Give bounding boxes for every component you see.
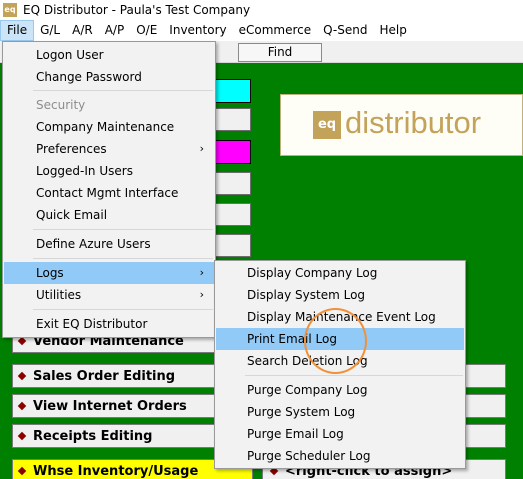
menu-item-company-maintenance[interactable]: Company Maintenance bbox=[4, 116, 214, 138]
menu-separator bbox=[33, 309, 213, 310]
logo-mark: eq bbox=[313, 111, 341, 139]
menu-separator bbox=[33, 90, 213, 91]
menu-item-label: Preferences bbox=[36, 142, 107, 156]
find-button[interactable]: Find bbox=[238, 43, 322, 62]
menu-item-utilities[interactable]: Utilities › bbox=[4, 284, 214, 306]
menu-item-logon-user[interactable]: Logon User bbox=[4, 44, 214, 66]
diamond-bullet-icon bbox=[17, 466, 27, 476]
menu-item-display-company-log[interactable]: Display Company Log bbox=[216, 262, 464, 284]
menu-item-label: Purge Scheduler Log bbox=[247, 449, 371, 463]
button-label: View Internet Orders bbox=[33, 398, 187, 414]
menu-item-display-system-log[interactable]: Display System Log bbox=[216, 284, 464, 306]
menu-item-label: Quick Email bbox=[36, 208, 108, 222]
menu-item-label: Purge Email Log bbox=[247, 427, 344, 441]
menu-help[interactable]: Help bbox=[373, 20, 412, 41]
submenu-arrow-icon: › bbox=[199, 288, 204, 301]
menu-item-label: Security bbox=[36, 98, 86, 112]
app-logo-icon: eq bbox=[3, 3, 17, 17]
diamond-bullet-icon bbox=[17, 401, 27, 411]
menu-item-define-azure-users[interactable]: Define Azure Users bbox=[4, 233, 214, 255]
shortcut-button[interactable] bbox=[214, 203, 251, 226]
menu-item-label: Utilities bbox=[36, 288, 82, 302]
diamond-bullet-icon bbox=[17, 431, 27, 441]
button-label: Sales Order Editing bbox=[33, 368, 176, 384]
menu-item-label: Purge System Log bbox=[247, 405, 356, 419]
menu-item-purge-email-log[interactable]: Purge Email Log bbox=[216, 423, 464, 445]
menu-header-security: Security bbox=[4, 94, 214, 116]
menu-item-label: Logged-In Users bbox=[36, 164, 133, 178]
submenu-arrow-icon: › bbox=[199, 266, 204, 279]
shortcut-button[interactable] bbox=[214, 234, 251, 257]
menu-item-contact-mgmt-interface[interactable]: Contact Mgmt Interface bbox=[4, 182, 214, 204]
button-label: Receipts Editing bbox=[33, 428, 153, 444]
menu-ecommerce[interactable]: eCommerce bbox=[233, 20, 318, 41]
menu-item-label: Company Maintenance bbox=[36, 120, 175, 134]
menu-item-label: Purge Company Log bbox=[247, 383, 368, 397]
menu-ar[interactable]: A/R bbox=[66, 20, 99, 41]
magenta-swatch-button[interactable] bbox=[214, 140, 251, 164]
button-label: Whse Inventory/Usage bbox=[33, 463, 199, 479]
menu-item-purge-system-log[interactable]: Purge System Log bbox=[216, 401, 464, 423]
title-bar: eq EQ Distributor - Paula's Test Company bbox=[0, 0, 523, 20]
logo-wordmark: distributor bbox=[345, 105, 482, 140]
menu-item-label: Define Azure Users bbox=[36, 237, 151, 251]
menu-ap[interactable]: A/P bbox=[99, 20, 131, 41]
menu-item-quick-email[interactable]: Quick Email bbox=[4, 204, 214, 226]
diamond-bullet-icon bbox=[17, 336, 27, 346]
window-title: EQ Distributor - Paula's Test Company bbox=[23, 3, 251, 17]
shortcut-button[interactable] bbox=[214, 108, 251, 131]
menu-file[interactable]: File bbox=[0, 20, 35, 41]
menu-q-send[interactable]: Q-Send bbox=[317, 20, 373, 41]
menu-separator bbox=[33, 258, 213, 259]
menu-item-label: Contact Mgmt Interface bbox=[36, 186, 179, 200]
menu-inventory[interactable]: Inventory bbox=[163, 20, 232, 41]
file-menu-dropdown: Logon User Change Password Security Comp… bbox=[2, 41, 216, 338]
menu-item-label: Logon User bbox=[36, 48, 104, 62]
menu-item-label: Exit EQ Distributor bbox=[36, 317, 148, 331]
cyan-swatch-button[interactable] bbox=[214, 79, 251, 103]
menu-item-logs[interactable]: Logs › bbox=[4, 262, 214, 284]
menu-oe[interactable]: O/E bbox=[130, 20, 163, 41]
menu-item-label: Display Company Log bbox=[247, 266, 378, 280]
shortcut-button[interactable] bbox=[214, 172, 251, 195]
menu-separator bbox=[33, 229, 213, 230]
menu-item-label: Display System Log bbox=[247, 288, 366, 302]
menu-item-logged-in-users[interactable]: Logged-In Users bbox=[4, 160, 214, 182]
highlight-circle-annotation bbox=[304, 308, 367, 374]
diamond-bullet-icon bbox=[17, 371, 27, 381]
logo-panel: eq distributor bbox=[280, 94, 523, 156]
submenu-arrow-icon: › bbox=[199, 142, 204, 155]
menu-item-label: Change Password bbox=[36, 70, 142, 84]
menu-item-label: Logs bbox=[36, 266, 64, 280]
menu-item-purge-company-log[interactable]: Purge Company Log bbox=[216, 379, 464, 401]
menu-separator bbox=[245, 375, 463, 376]
menu-bar: File G/L A/R A/P O/E Inventory eCommerce… bbox=[0, 20, 523, 41]
menu-item-purge-scheduler-log[interactable]: Purge Scheduler Log bbox=[216, 445, 464, 467]
menu-item-exit[interactable]: Exit EQ Distributor bbox=[4, 313, 214, 335]
menu-gl[interactable]: G/L bbox=[34, 20, 66, 41]
menu-item-change-password[interactable]: Change Password bbox=[4, 66, 214, 88]
menu-item-preferences[interactable]: Preferences › bbox=[4, 138, 214, 160]
